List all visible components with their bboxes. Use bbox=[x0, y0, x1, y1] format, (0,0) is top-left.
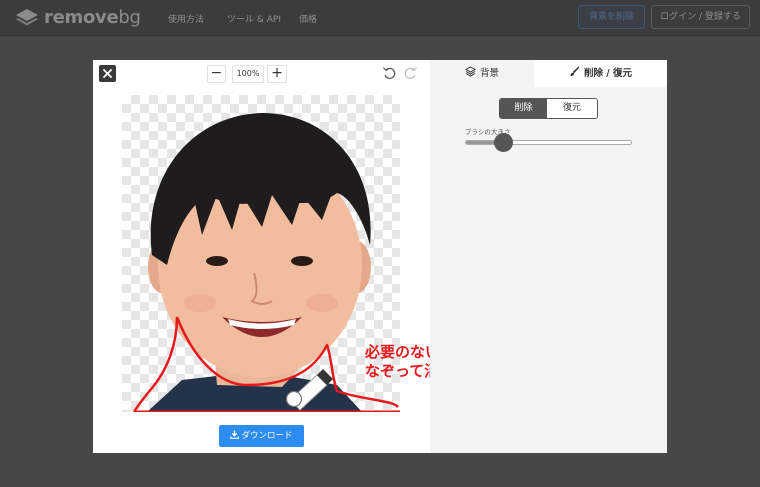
nav-how-to-use[interactable]: 使用方法 bbox=[168, 12, 204, 25]
brush-size-knob[interactable] bbox=[493, 133, 513, 152]
zoom-level: 100% bbox=[232, 65, 264, 83]
undo-icon[interactable] bbox=[382, 66, 396, 80]
tab-erase-restore[interactable]: 削除 / 復元 bbox=[534, 60, 667, 87]
boy-photo bbox=[132, 113, 400, 412]
tab-erase-restore-label: 削除 / 復元 bbox=[583, 68, 633, 79]
redo-icon[interactable] bbox=[404, 66, 418, 80]
mode-toggle: 削除 復元 bbox=[499, 98, 598, 119]
login-register-button[interactable]: ログイン / 登録する bbox=[651, 5, 750, 29]
top-navigation-bar: removebg 使用方法 ツール & API 価格 背景を削除 ログイン / … bbox=[0, 0, 760, 36]
download-icon bbox=[230, 430, 240, 439]
restore-mode-button[interactable]: 復元 bbox=[547, 99, 597, 118]
download-label: ダウンロード bbox=[241, 431, 293, 441]
nav-pricing[interactable]: 価格 bbox=[299, 12, 317, 25]
erase-mode-button[interactable]: 削除 bbox=[500, 99, 547, 118]
brush-size-slider[interactable] bbox=[465, 140, 632, 145]
logo-text: removebg bbox=[44, 6, 141, 28]
layers-icon bbox=[464, 66, 477, 77]
layers-logo-icon bbox=[16, 9, 38, 26]
zoom-out-button[interactable]: − bbox=[207, 65, 226, 83]
logo[interactable]: removebg bbox=[14, 6, 141, 28]
close-icon bbox=[103, 69, 112, 78]
close-button[interactable] bbox=[99, 65, 116, 82]
brush-icon bbox=[570, 66, 580, 76]
tab-background[interactable]: 背景 bbox=[430, 60, 534, 87]
download-button[interactable]: ダウンロード bbox=[219, 425, 304, 447]
remove-background-button[interactable]: 背景を削除 bbox=[578, 5, 645, 29]
edit-modal: − 100% + 必要のない部分を ダウンロード 背景 削除 / 復元 削除 復… bbox=[93, 60, 667, 453]
zoom-in-button[interactable]: + bbox=[267, 65, 287, 83]
tab-background-label: 背景 bbox=[479, 68, 499, 79]
nav-tools-api[interactable]: ツール & API bbox=[227, 12, 281, 25]
image-canvas[interactable] bbox=[122, 95, 400, 412]
